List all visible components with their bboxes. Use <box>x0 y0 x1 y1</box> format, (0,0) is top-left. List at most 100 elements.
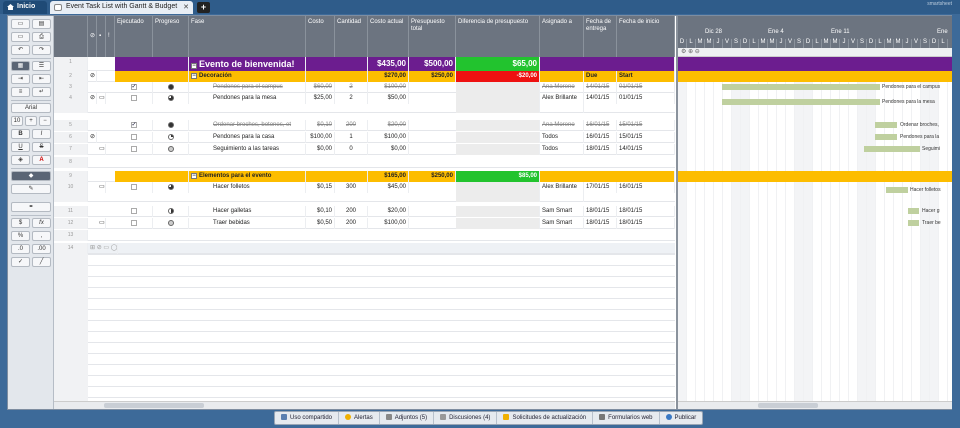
view-button[interactable]: ▭ <box>11 32 30 42</box>
zoom-out-icon[interactable]: ⊖ <box>695 49 700 55</box>
save-button[interactable]: ▤ <box>32 19 51 29</box>
increase-font-button[interactable]: + <box>25 116 37 126</box>
decimal-increase-button[interactable]: .0 <box>11 244 30 254</box>
row-actions-icons[interactable]: ⊞ ⊘ ▭ ◯ <box>88 243 118 254</box>
currency-button[interactable]: $ <box>11 218 30 228</box>
attachments-button[interactable]: Adjuntos (5) <box>380 412 435 424</box>
attachment-icon[interactable]: ⊘ <box>88 93 97 104</box>
checkbox[interactable] <box>130 208 137 214</box>
gantt-bar[interactable] <box>908 208 919 214</box>
table-row[interactable]: 11 Hacer galletas $0,10 200 $20,00 Sam S… <box>54 206 675 217</box>
font-select[interactable]: Arial <box>11 103 51 113</box>
thousands-button[interactable]: , <box>32 231 51 241</box>
comment-icon[interactable]: ▭ <box>97 218 106 229</box>
table-row[interactable]: 6 ⊘ Pendones para la casa $100,00 1 $100… <box>54 132 675 143</box>
align-button[interactable]: ≡ <box>11 87 30 97</box>
decimal-decrease-button[interactable]: .00 <box>32 244 51 254</box>
table-row[interactable]: 12 ▭ Traer bebidas $0,50 200 $100,00 Sam… <box>54 218 675 229</box>
col-actual-cost[interactable]: Costo actual <box>368 16 409 57</box>
gantt-bar[interactable] <box>886 187 908 193</box>
collapse-icon[interactable]: − <box>191 63 197 69</box>
indent-button[interactable]: ⇥ <box>11 74 30 84</box>
attachment-col-icon[interactable]: ⊘ <box>88 16 97 57</box>
dropdown-icon[interactable] <box>54 4 62 11</box>
checkbox[interactable] <box>130 134 137 140</box>
add-tab-button[interactable]: + <box>197 2 210 13</box>
gantt-bar[interactable] <box>875 122 897 128</box>
settings-icon[interactable]: ⚙ <box>681 49 686 55</box>
collapse-icon[interactable]: − <box>191 73 197 79</box>
row-phase[interactable]: − Decoración <box>189 71 306 82</box>
undo-button[interactable]: ↶ <box>11 45 30 55</box>
highlight-changes-button[interactable]: ◆ <box>11 171 51 181</box>
col-due-date[interactable]: Fecha de entrega <box>584 16 617 57</box>
gantt-bar[interactable] <box>722 84 880 90</box>
flag-col-icon[interactable]: ! <box>106 16 115 57</box>
grid-view-button[interactable]: ▦ <box>11 61 30 71</box>
row-phase[interactable]: − Evento de bienvenida! <box>189 57 306 71</box>
clear-format-button[interactable]: ✓ <box>11 257 30 267</box>
close-icon[interactable]: ✕ <box>183 3 189 11</box>
format-painter-button[interactable]: ✎ <box>11 184 51 194</box>
comment-icon[interactable]: ▭ <box>97 182 106 193</box>
gantt-horizontal-scrollbar[interactable] <box>678 401 952 409</box>
discussions-button[interactable]: Discusiones (4) <box>434 412 498 424</box>
tab-document[interactable]: Event Task List with Gantt & Budget ✕ <box>50 1 193 14</box>
scroll-thumb[interactable] <box>104 403 204 408</box>
strikethrough-button[interactable]: S <box>32 142 51 152</box>
gantt-view-button[interactable]: ☰ <box>32 61 51 71</box>
col-start-date[interactable]: Fecha de inicio <box>617 16 675 57</box>
col-quantity[interactable]: Cantidad <box>335 16 368 57</box>
col-total-budget[interactable]: Presupuesto total <box>409 16 456 57</box>
attachment-icon[interactable]: ⊘ <box>88 132 97 143</box>
bold-button[interactable]: B <box>11 129 30 139</box>
checkbox[interactable] <box>130 220 137 226</box>
table-row[interactable]: 13 <box>54 230 675 241</box>
formula-button[interactable]: fx <box>32 218 51 228</box>
table-row[interactable]: 10 ▭ Hacer folletos $0,15 300 $45,00 Ale… <box>54 182 675 202</box>
col-executed[interactable]: Ejecutado <box>115 16 153 57</box>
col-cost[interactable]: Costo <box>306 16 335 57</box>
table-row[interactable]: 8 <box>54 157 675 168</box>
checkbox-checked[interactable]: ✓ <box>130 84 137 90</box>
table-row[interactable]: 4 ⊘ ▭ Pendones para la mesa $25,00 2 $50… <box>54 93 675 113</box>
attachment-icon[interactable]: ⊘ <box>88 71 97 82</box>
percent-button[interactable]: % <box>11 231 30 241</box>
italic-button[interactable]: I <box>32 129 51 139</box>
gantt-bar[interactable] <box>722 99 880 105</box>
shared-button[interactable]: Uso compartido <box>275 412 340 424</box>
table-row[interactable]: 14 ⊞ ⊘ ▭ ◯ <box>54 243 675 254</box>
print-button[interactable]: ⎙ <box>32 32 51 42</box>
checkbox[interactable] <box>130 146 137 152</box>
table-row[interactable]: 3 ✓ Pendones para el campus $60,00 2 $10… <box>54 82 675 93</box>
underline-button[interactable]: U <box>11 142 30 152</box>
brush-button[interactable]: ╱ <box>32 257 51 267</box>
publish-button[interactable]: Publicar <box>660 412 703 424</box>
outdent-button[interactable]: ⇤ <box>32 74 51 84</box>
update-requests-button[interactable]: Solicitudes de actualización <box>497 412 594 424</box>
tab-home[interactable]: Inicio <box>3 1 47 14</box>
col-budget-diff[interactable]: Diferencia de presupuesto <box>456 16 540 57</box>
col-phase[interactable]: Fase <box>189 16 306 57</box>
gantt-bar[interactable] <box>875 134 897 140</box>
table-row[interactable]: 1 − Evento de bienvenida! $435,00 $500,00… <box>54 57 675 71</box>
fill-color-button[interactable]: ◈ <box>11 155 30 165</box>
table-row[interactable]: 2 ⊘ − Decoración $270,00 $250,00 -$20,00 … <box>54 71 675 82</box>
zoom-in-icon[interactable]: ⊕ <box>688 49 693 55</box>
wrap-button[interactable]: ↵ <box>32 87 51 97</box>
font-size-select[interactable]: 10 <box>11 116 23 126</box>
redo-button[interactable]: ↷ <box>32 45 51 55</box>
comment-icon[interactable]: ▭ <box>97 93 106 104</box>
text-color-button[interactable]: A <box>32 155 51 165</box>
col-assigned[interactable]: Asignado a <box>540 16 584 57</box>
link-button[interactable]: ⚭ <box>11 202 51 212</box>
comment-icon[interactable]: ▭ <box>97 144 106 155</box>
gantt-bar[interactable] <box>864 146 920 152</box>
checkbox[interactable] <box>130 184 137 190</box>
decrease-font-button[interactable]: − <box>39 116 51 126</box>
new-row-button[interactable]: ▭ <box>11 19 30 29</box>
table-row[interactable]: 7 ▭ Seguimiento a las tareas $0,00 0 $0,… <box>54 144 675 155</box>
alerts-button[interactable]: Alertas <box>339 412 380 424</box>
table-row[interactable]: 5 ✓ Ordenar broches, botones, et $0,10 2… <box>54 120 675 131</box>
row-phase[interactable]: − Elementos para el evento <box>189 171 306 182</box>
